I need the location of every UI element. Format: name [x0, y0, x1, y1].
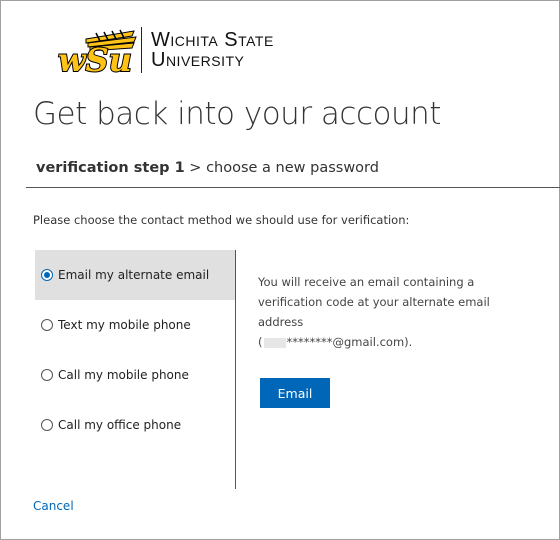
wsu-logo: wSu — [56, 26, 138, 76]
radio-selected-icon[interactable] — [41, 269, 53, 281]
option-label: Call my office phone — [58, 418, 182, 432]
verification-detail: You will receive an email containing a v… — [258, 272, 538, 352]
option-label: Call my mobile phone — [58, 368, 189, 382]
radio-icon[interactable] — [41, 369, 53, 381]
option-alternate-email[interactable]: Email my alternate email — [35, 250, 235, 300]
step-breadcrumb: verification step 1 > choose a new passw… — [36, 160, 379, 176]
wsu-logo-mark-icon: wSu — [57, 29, 137, 75]
logo-divider — [141, 27, 142, 73]
contact-method-list: Email my alternate email Text my mobile … — [35, 250, 235, 450]
masked-email: ********@gmail.com — [286, 335, 405, 349]
logo-line2: University — [151, 49, 245, 71]
detail-text: You will receive an email containing a v… — [258, 275, 490, 329]
option-call-office[interactable]: Call my office phone — [35, 400, 235, 450]
radio-icon[interactable] — [41, 419, 53, 431]
cancel-link[interactable]: Cancel — [33, 499, 74, 513]
radio-icon[interactable] — [41, 319, 53, 331]
option-text-mobile[interactable]: Text my mobile phone — [35, 300, 235, 350]
logo-line1: Wichita State — [151, 29, 274, 51]
redacted-block — [263, 337, 286, 348]
step-underline — [26, 187, 560, 188]
options-divider — [235, 250, 236, 489]
logo-wordmark: Wichita State University — [151, 30, 274, 70]
step-next: choose a new password — [206, 160, 379, 176]
email-button[interactable]: Email — [260, 378, 330, 408]
step-separator: > — [184, 160, 207, 176]
svg-text:wSu: wSu — [58, 41, 132, 75]
option-label: Email my alternate email — [58, 268, 210, 282]
page-title: Get back into your account — [33, 96, 441, 132]
option-label: Text my mobile phone — [58, 318, 191, 332]
option-call-mobile[interactable]: Call my mobile phone — [35, 350, 235, 400]
email-close-paren: ). — [404, 335, 413, 349]
step-current: verification step 1 — [36, 160, 185, 176]
email-open-paren: ( — [258, 335, 263, 349]
contact-prompt: Please choose the contact method we shou… — [33, 213, 410, 227]
